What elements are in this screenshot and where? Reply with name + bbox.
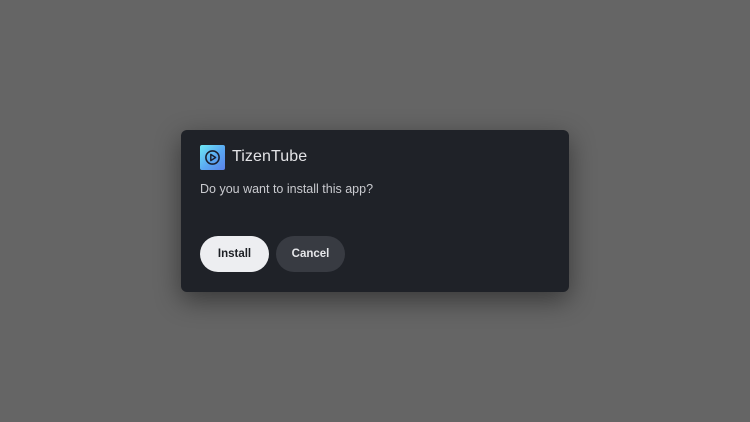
cancel-button[interactable]: Cancel <box>276 236 345 272</box>
install-button[interactable]: Install <box>200 236 269 272</box>
screen-backdrop: TizenTube Do you want to install this ap… <box>0 0 750 422</box>
install-prompt-text: Do you want to install this app? <box>200 182 374 196</box>
app-name: TizenTube <box>232 148 308 165</box>
app-header: TizenTube <box>200 144 307 170</box>
tizentube-play-icon <box>200 144 225 170</box>
install-dialog: TizenTube Do you want to install this ap… <box>181 130 569 292</box>
